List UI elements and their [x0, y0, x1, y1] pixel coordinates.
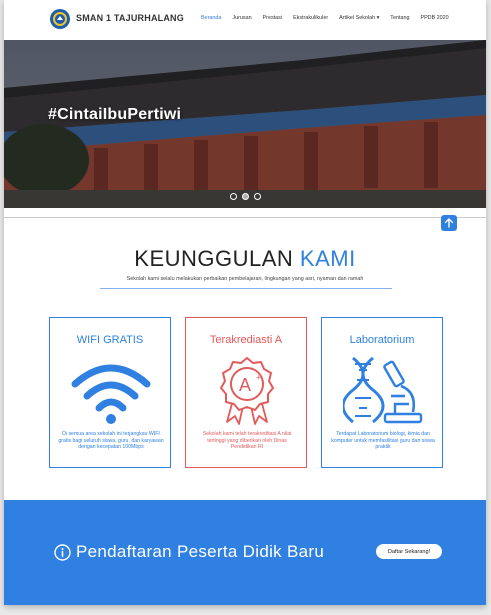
- arrow-up-icon: [444, 218, 454, 228]
- feature-card-text: Sekolah kami telah terakreditasi A nilai…: [202, 431, 292, 451]
- features-heading-highlight: KAMI: [299, 246, 356, 271]
- feature-card-wifi: WIFI GRATIS Di semua area sekolah ini te…: [49, 317, 171, 468]
- brand-name[interactable]: SMAN 1 TAJURHALANG: [76, 13, 184, 23]
- dna-microscope-icon: [343, 356, 423, 424]
- hero-tagline: #CintaiIbuPertiwi: [48, 106, 182, 123]
- features-heading: KEUNGGULAN KAMI: [4, 246, 486, 272]
- feature-card-text: Di semua area sekolah ini terjangkau WIF…: [58, 431, 164, 451]
- carousel-dot-3[interactable]: [254, 193, 261, 200]
- features-underline: [100, 288, 392, 289]
- page: SMAN 1 TAJURHALANG Beranda Jurusan Prest…: [4, 0, 486, 605]
- carousel-dot-1[interactable]: [230, 193, 237, 200]
- wifi-icon: [71, 364, 151, 424]
- nav-item-ppdb[interactable]: PPDB 2020: [420, 15, 448, 21]
- feature-card-title: Terakrediasti A: [209, 334, 283, 346]
- feature-card-akreditasi: Terakrediasti A A + Sekolah kami telah t…: [185, 317, 307, 468]
- nav-item-artikel-sekolah[interactable]: Artikel Sekolah ▾: [339, 15, 379, 21]
- school-logo-icon[interactable]: [50, 9, 70, 29]
- svg-text:+: +: [256, 373, 261, 382]
- registration-banner: Pendaftaran Peserta Didik Baru Daftar Se…: [4, 500, 486, 605]
- carousel-dot-2[interactable]: [242, 193, 249, 200]
- feature-card-text: Terdapat Laboratorium biologi, kimia dan…: [331, 431, 435, 451]
- nav-menu: Beranda Jurusan Prestasi Ekstrakulikuler…: [201, 15, 460, 21]
- features-subtitle: Sekolah kami selalu melakukan perbaikan …: [126, 276, 364, 282]
- scroll-to-top-button[interactable]: [441, 215, 457, 231]
- nav-item-tentang[interactable]: Tentang: [390, 15, 409, 21]
- hero-school-photo: [4, 40, 486, 208]
- nav-item-ekstrakulikuler[interactable]: Ekstrakulikuler: [293, 15, 328, 21]
- navbar: SMAN 1 TAJURHALANG Beranda Jurusan Prest…: [4, 0, 486, 40]
- carousel-indicators: [230, 193, 261, 200]
- feature-card-title: WIFI GRATIS: [76, 334, 144, 346]
- nav-item-beranda[interactable]: Beranda: [201, 15, 221, 21]
- info-circle-icon: [54, 544, 71, 561]
- award-badge-icon: A +: [220, 357, 274, 425]
- feature-card-laboratorium: Laboratorium Terdapat Laboratorium biolo…: [321, 317, 443, 468]
- section-divider: [4, 217, 486, 218]
- nav-item-prestasi[interactable]: Prestasi: [263, 15, 282, 21]
- register-now-button[interactable]: Daftar Sekarang!: [376, 544, 442, 559]
- hero-carousel[interactable]: #CintaiIbuPertiwi: [4, 40, 486, 208]
- svg-text:A: A: [239, 375, 251, 395]
- banner-title: Pendaftaran Peserta Didik Baru: [76, 542, 325, 561]
- features-heading-main: KEUNGGULAN: [134, 246, 300, 271]
- feature-card-title: Laboratorium: [349, 334, 415, 346]
- nav-item-jurusan[interactable]: Jurusan: [232, 15, 251, 21]
